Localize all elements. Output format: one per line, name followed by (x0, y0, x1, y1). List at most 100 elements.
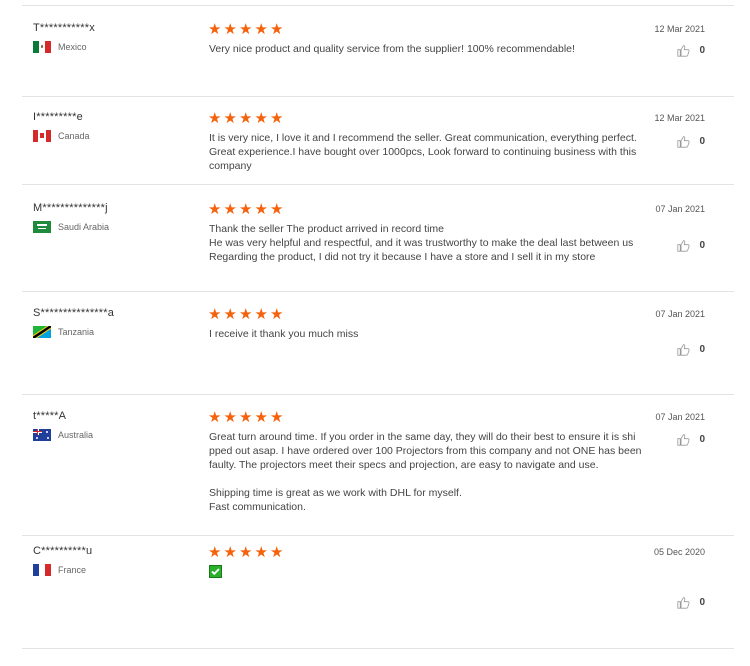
star-rating: ★ ★ ★ ★ ★ (208, 545, 286, 560)
star-icon: ★ (223, 21, 237, 38)
star-icon: ★ (239, 21, 253, 38)
review-item: t*****A Australia ★ ★ ★ ★ ★ Great turn aroun… (22, 410, 734, 535)
reviews-list: T***********x Mexico ★ ★ ★ ★ ★ Very nice pro… (0, 0, 750, 666)
review-date: 12 Mar 2021 (654, 113, 705, 123)
flag-australia-icon (33, 428, 51, 441)
country-name: France (58, 564, 87, 575)
thumbs-up-icon (677, 344, 690, 356)
reviewer-name: t*****A (33, 410, 67, 422)
thumbs-up-icon (677, 45, 690, 57)
star-icon: ★ (254, 110, 268, 127)
flag-canada-icon (33, 129, 51, 142)
reviewer-country: Saudi Arabia (33, 220, 109, 233)
star-icon: ★ (239, 409, 253, 426)
star-rating: ★ ★ ★ ★ ★ (208, 307, 286, 322)
review-text: It is very nice, I love it and I recomme… (209, 132, 637, 172)
star-icon: ★ (270, 110, 284, 127)
star-icon: ★ (239, 306, 253, 323)
separator (22, 96, 734, 97)
star-icon: ★ (208, 409, 222, 426)
like-button[interactable]: 0 (677, 44, 705, 57)
reviewer-country: France (33, 563, 86, 576)
country-name: Mexico (58, 41, 87, 52)
review-date: 07 Jan 2021 (655, 204, 705, 214)
like-button[interactable]: 0 (677, 343, 705, 356)
star-icon: ★ (223, 306, 237, 323)
like-count: 0 (699, 240, 705, 251)
review-item: C**********u France ★ ★ ★ ★ ★ 05 Dec 2020 0 (22, 545, 734, 645)
star-icon: ★ (270, 409, 284, 426)
star-icon: ★ (254, 201, 268, 218)
star-icon: ★ (270, 201, 284, 218)
reviewer-country: Canada (33, 129, 90, 142)
country-name: Tanzania (58, 326, 95, 337)
like-button[interactable]: 0 (677, 239, 705, 252)
country-name: Saudi Arabia (58, 221, 110, 232)
star-icon: ★ (223, 544, 237, 561)
reviewer-country: Australia (33, 428, 93, 441)
flag-saudi-arabia-icon (33, 220, 51, 233)
separator (22, 5, 734, 6)
separator (22, 184, 734, 185)
separator (22, 648, 734, 649)
thumbs-up-icon (677, 434, 690, 446)
reviewer-country: Mexico (33, 40, 87, 53)
star-icon: ★ (270, 544, 284, 561)
review-text: I receive it thank you much miss (209, 328, 359, 340)
flag-france-icon (33, 563, 51, 576)
star-rating: ★ ★ ★ ★ ★ (208, 22, 286, 37)
reviewer-name: I*********e (33, 111, 83, 123)
review-item: S***************a Tanzania ★ ★ ★ ★ ★ I recei… (22, 307, 734, 393)
like-button[interactable]: 0 (677, 596, 705, 609)
reviewer-name: S***************a (33, 307, 115, 319)
review-text: Great turn around time. If you order in … (209, 431, 642, 513)
star-icon: ★ (223, 409, 237, 426)
star-icon: ★ (239, 201, 253, 218)
like-count: 0 (699, 597, 705, 608)
star-icon: ★ (223, 110, 237, 127)
star-icon: ★ (254, 21, 268, 38)
star-icon: ★ (254, 544, 268, 561)
like-count: 0 (699, 45, 705, 56)
review-item: I*********e Canada ★ ★ ★ ★ ★ It is very nice… (22, 111, 734, 183)
reviewer-name: M**************j (33, 202, 108, 214)
star-icon: ★ (239, 110, 253, 127)
separator (22, 535, 734, 536)
star-icon: ★ (208, 110, 222, 127)
thumbs-up-icon (677, 597, 690, 609)
star-icon: ★ (208, 544, 222, 561)
like-count: 0 (699, 434, 705, 445)
thumbs-up-icon (677, 240, 690, 252)
star-rating: ★ ★ ★ ★ ★ (208, 410, 286, 425)
reviewer-name: C**********u (33, 545, 93, 557)
star-icon: ★ (270, 21, 284, 38)
review-date: 12 Mar 2021 (654, 24, 705, 34)
star-icon: ★ (208, 306, 222, 323)
review-item: M**************j Saudi Arabia ★ ★ ★ ★ ★ Than… (22, 202, 734, 290)
like-button[interactable]: 0 (677, 135, 705, 148)
review-date: 07 Jan 2021 (655, 412, 705, 422)
review-date: 05 Dec 2020 (653, 547, 705, 557)
separator (22, 291, 734, 292)
review-date: 07 Jan 2021 (655, 309, 705, 319)
country-name: Australia (58, 429, 94, 440)
review-item: T***********x Mexico ★ ★ ★ ★ ★ Very nice pro… (22, 22, 734, 96)
star-icon: ★ (270, 306, 284, 323)
like-button[interactable]: 0 (677, 433, 705, 446)
country-name: Canada (58, 130, 90, 141)
separator (22, 394, 734, 395)
star-icon: ★ (208, 201, 222, 218)
reviewer-name: T***********x (33, 22, 95, 34)
reviewer-country: Tanzania (33, 325, 94, 338)
flag-tanzania-icon (33, 325, 51, 338)
star-rating: ★ ★ ★ ★ ★ (208, 111, 286, 126)
review-text: Thank the seller The product arrived in … (209, 223, 634, 263)
like-count: 0 (699, 136, 705, 147)
like-count: 0 (699, 344, 705, 355)
star-rating: ★ ★ ★ ★ ★ (208, 202, 286, 217)
star-icon: ★ (208, 21, 222, 38)
thumbs-up-icon (677, 136, 690, 148)
star-icon: ★ (239, 544, 253, 561)
flag-mexico-icon (33, 40, 51, 53)
star-icon: ★ (223, 201, 237, 218)
